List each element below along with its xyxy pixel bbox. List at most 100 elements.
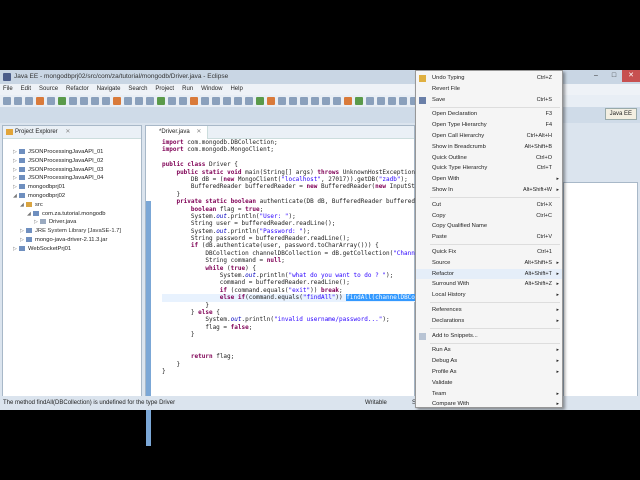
submenu-arrow-icon: ▸ xyxy=(556,270,559,277)
menu-window[interactable]: Window xyxy=(201,84,222,95)
menu-item-refactor[interactable]: Refactor Alt+Shift+T ▸ xyxy=(416,268,562,280)
toolbar-button-icon[interactable] xyxy=(146,97,154,105)
menu-item-quick-fix[interactable]: Quick Fix Ctrl+1 xyxy=(416,247,562,258)
menu-item-cut[interactable]: Cut Ctrl+X xyxy=(416,200,562,211)
menu-run[interactable]: Run xyxy=(182,84,193,95)
toolbar-button-icon[interactable] xyxy=(388,97,396,105)
toolbar-button-icon[interactable] xyxy=(14,97,22,105)
menu-project[interactable]: Project xyxy=(155,84,174,95)
menu-item-paste[interactable]: Paste Ctrl+V xyxy=(416,232,562,243)
menu-item-source[interactable]: Source Alt+Shift+S ▸ xyxy=(416,258,562,269)
toolbar-button-icon[interactable] xyxy=(355,97,363,105)
menu-item-declarations[interactable]: Declarations ▸ xyxy=(416,316,562,327)
menu-item-copy-qualified-name[interactable]: Copy Qualified Name xyxy=(416,221,562,232)
tree-item[interactable]: ▷ mongodbprj01 xyxy=(13,183,65,192)
menu-item-references[interactable]: References ▸ xyxy=(416,305,562,316)
tree-item[interactable]: ▷ JSONProcessingJavaAPI_03 xyxy=(13,166,103,175)
toolbar-button-icon[interactable] xyxy=(168,97,176,105)
tree-item[interactable]: ◢ src xyxy=(20,201,43,210)
toolbar-button-icon[interactable] xyxy=(267,97,275,105)
menu-item-local-history[interactable]: Local History ▸ xyxy=(416,290,562,301)
menu-item-compare-with[interactable]: Compare With ▸ xyxy=(416,399,562,410)
toolbar-button-icon[interactable] xyxy=(47,97,55,105)
toolbar-button-icon[interactable] xyxy=(179,97,187,105)
close-button[interactable]: ✕ xyxy=(622,70,640,82)
toolbar-button-icon[interactable] xyxy=(223,97,231,105)
toolbar-button-icon[interactable] xyxy=(311,97,319,105)
toolbar-button-icon[interactable] xyxy=(69,97,77,105)
toolbar-button-icon[interactable] xyxy=(212,97,220,105)
menu-item-debug-as[interactable]: Debug As ▸ xyxy=(416,356,562,367)
toolbar-button-icon[interactable] xyxy=(25,97,33,105)
toolbar-button-icon[interactable] xyxy=(256,97,264,105)
toolbar-button-icon[interactable] xyxy=(80,97,88,105)
minimize-button[interactable]: – xyxy=(587,70,605,82)
toolbar-button-icon[interactable] xyxy=(300,97,308,105)
toolbar-button-icon[interactable] xyxy=(234,97,242,105)
menu-source[interactable]: Source xyxy=(39,84,58,95)
toolbar-button-icon[interactable] xyxy=(366,97,374,105)
menu-item-show-in[interactable]: Show In Alt+Shift+W ▸ xyxy=(416,185,562,196)
menu-item-open-with[interactable]: Open With ▸ xyxy=(416,174,562,185)
toolbar-button-icon[interactable] xyxy=(3,97,11,105)
tree-item[interactable]: ◢ com.za.tutorial.mongodb xyxy=(27,210,105,219)
toolbar-button-icon[interactable] xyxy=(245,97,253,105)
menu-item-surround-with[interactable]: Surround With Alt+Shift+Z ▸ xyxy=(416,279,562,290)
toolbar-button-icon[interactable] xyxy=(278,97,286,105)
toolbar-button-icon[interactable] xyxy=(399,97,407,105)
menu-item-undo-typing[interactable]: Undo Typing Ctrl+Z xyxy=(416,73,562,84)
toolbar-button-icon[interactable] xyxy=(322,97,330,105)
toolbar-button-icon[interactable] xyxy=(36,97,44,105)
toolbar-button-icon[interactable] xyxy=(344,97,352,105)
close-tab-icon[interactable]: ✕ xyxy=(196,129,201,135)
toolbar-button-icon[interactable] xyxy=(124,97,132,105)
toolbar-button-icon[interactable] xyxy=(58,97,66,105)
toolbar-button-icon[interactable] xyxy=(289,97,297,105)
editor-tab-driver-java[interactable]: *Driver.java ✕ xyxy=(146,126,209,139)
toolbar-button-icon[interactable] xyxy=(190,97,198,105)
menu-item-validate[interactable]: Validate xyxy=(416,378,562,389)
menu-item-quick-type-hierarchy[interactable]: Quick Type Hierarchy Ctrl+T xyxy=(416,163,562,174)
toolbar-button-icon[interactable] xyxy=(333,97,341,105)
menu-item-team[interactable]: Team ▸ xyxy=(416,389,562,400)
menu-edit[interactable]: Edit xyxy=(21,84,31,95)
menu-item-revert-file[interactable]: Revert File xyxy=(416,84,562,95)
tree-item[interactable]: ▷ JSONProcessingJavaAPI_01 xyxy=(13,148,103,157)
menu-item-run-as[interactable]: Run As ▸ xyxy=(416,345,562,356)
menu-item-open-type-hierarchy[interactable]: Open Type Hierarchy F4 xyxy=(416,120,562,131)
toolbar-button-icon[interactable] xyxy=(157,97,165,105)
menu-item-open-call-hierarchy[interactable]: Open Call Hierarchy Ctrl+Alt+H xyxy=(416,131,562,142)
menu-item-copy[interactable]: Copy Ctrl+C xyxy=(416,211,562,222)
project-explorer-title[interactable]: Project Explorer xyxy=(15,129,58,135)
perspective-java-ee-button[interactable]: Java EE xyxy=(604,108,637,120)
tree-item[interactable]: ◢ mongodbprj02 xyxy=(13,192,65,201)
menu-item-label: Quick Outline xyxy=(432,154,467,161)
menu-item-save[interactable]: Save Ctrl+S xyxy=(416,95,562,106)
toolbar-button-icon[interactable] xyxy=(113,97,121,105)
menu-item-shortcut: F3 xyxy=(545,111,552,118)
tree-item[interactable]: ▷ Driver.java xyxy=(34,218,76,227)
menu-search[interactable]: Search xyxy=(128,84,147,95)
tree-item[interactable]: ▷ JSONProcessingJavaAPI_02 xyxy=(13,157,103,166)
tree-item[interactable]: ▷ JRE System Library [JavaSE-1.7] xyxy=(20,227,121,236)
code-area[interactable]: import com.mongodb.DBCollection; import c… xyxy=(162,139,444,376)
maximize-button[interactable]: □ xyxy=(605,70,623,82)
menu-navigate[interactable]: Navigate xyxy=(97,84,121,95)
tree-item[interactable]: ▷ JSONProcessingJavaAPI_04 xyxy=(13,174,103,183)
menu-refactor[interactable]: Refactor xyxy=(66,84,89,95)
menu-item-open-declaration[interactable]: Open Declaration F3 xyxy=(416,109,562,120)
toolbar-button-icon[interactable] xyxy=(102,97,110,105)
menu-item-add-to-snippets[interactable]: Add to Snippets... xyxy=(416,331,562,342)
tree-item[interactable]: ▷ WebSocketPrj01 xyxy=(13,245,71,254)
menu-help[interactable]: Help xyxy=(230,84,242,95)
toolbar-button-icon[interactable] xyxy=(201,97,209,105)
menu-item-show-in-breadcrumb[interactable]: Show in Breadcrumb Alt+Shift+B xyxy=(416,142,562,153)
menu-file[interactable]: File xyxy=(3,84,13,95)
toolbar-button-icon[interactable] xyxy=(135,97,143,105)
menu-item-profile-as[interactable]: Profile As ▸ xyxy=(416,367,562,378)
toolbar-button-icon[interactable] xyxy=(91,97,99,105)
close-view-icon[interactable]: ✕ xyxy=(65,129,70,135)
menu-item-quick-outline[interactable]: Quick Outline Ctrl+O xyxy=(416,153,562,164)
tree-item[interactable]: ▷ mongo-java-driver-2.11.3.jar xyxy=(20,236,107,245)
toolbar-button-icon[interactable] xyxy=(377,97,385,105)
